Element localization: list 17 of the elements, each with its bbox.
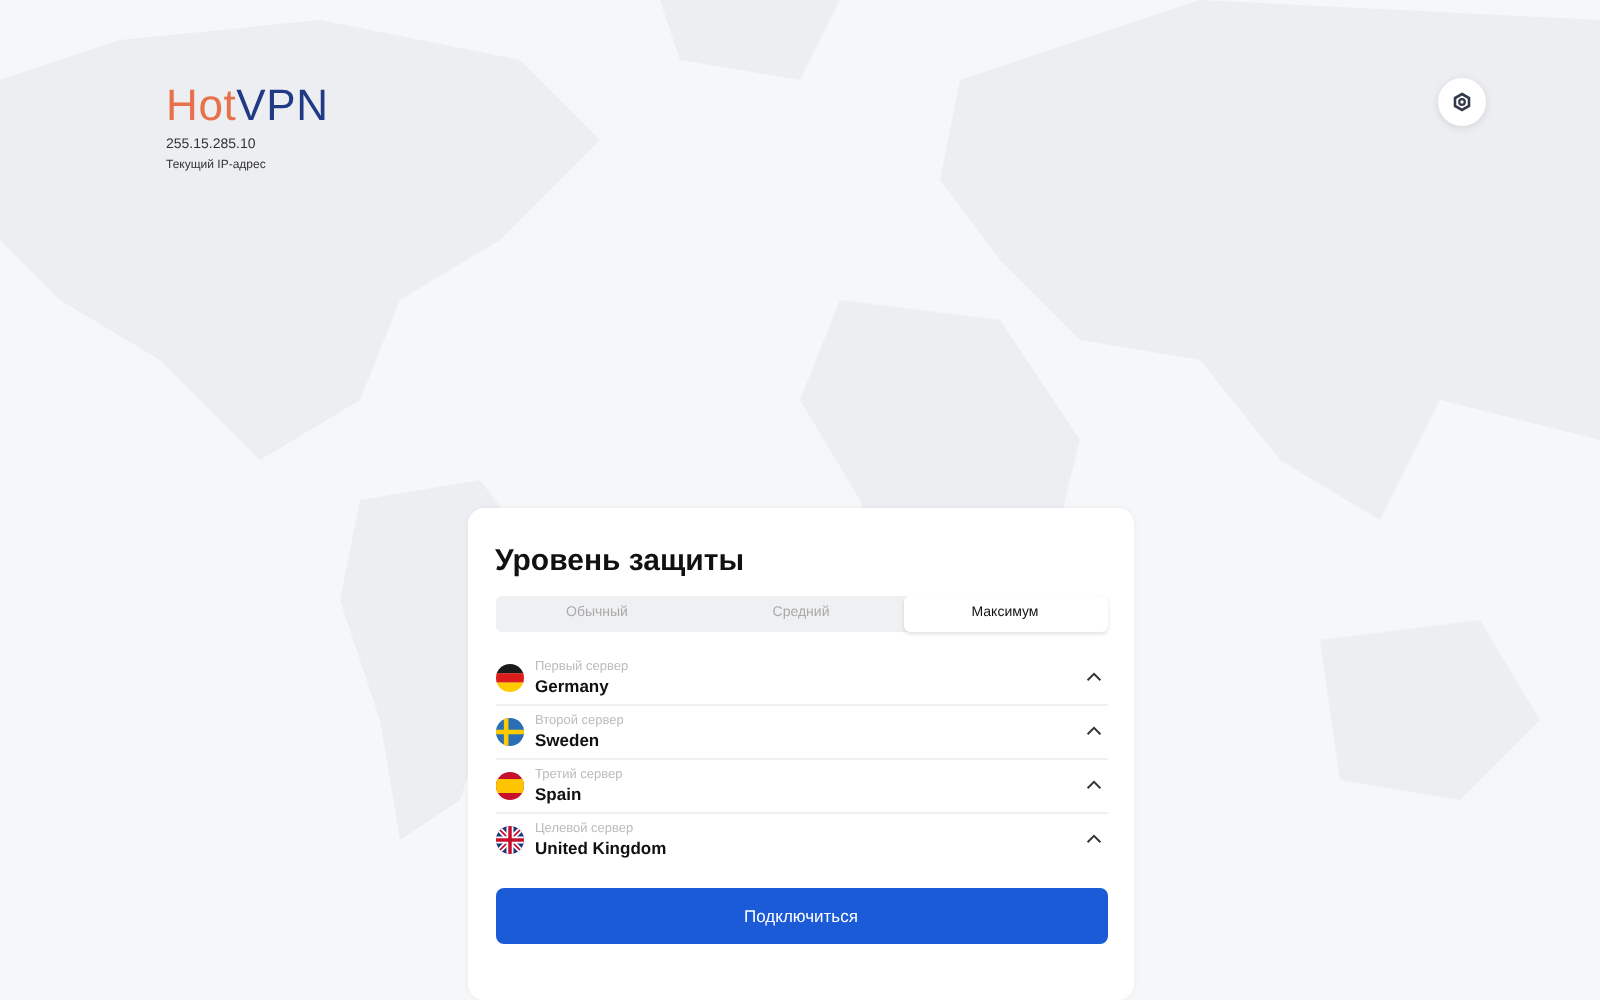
logo-word: VPN <box>236 80 329 130</box>
flag-icon <box>495 771 523 800</box>
logo-word: Hot <box>166 80 237 130</box>
server-country[interactable]: United Kingdom <box>535 837 1085 858</box>
settings-icon <box>1452 92 1472 112</box>
connect-button[interactable]: Подключиться <box>495 887 1107 944</box>
flag-icon <box>495 825 523 854</box>
chevron-icon[interactable] <box>1085 726 1101 737</box>
flag-icon <box>495 717 523 746</box>
chevron-icon[interactable] <box>1085 780 1101 791</box>
card-title: Уровень защиты <box>495 543 747 578</box>
server-country[interactable]: Germany <box>535 675 1085 696</box>
chevron-icon[interactable] <box>1085 834 1101 845</box>
server-country[interactable]: Sweden <box>535 729 1085 750</box>
server-country[interactable]: Spain <box>535 783 1085 804</box>
chevron-icon[interactable] <box>1085 672 1101 683</box>
flag-icon <box>495 663 523 692</box>
